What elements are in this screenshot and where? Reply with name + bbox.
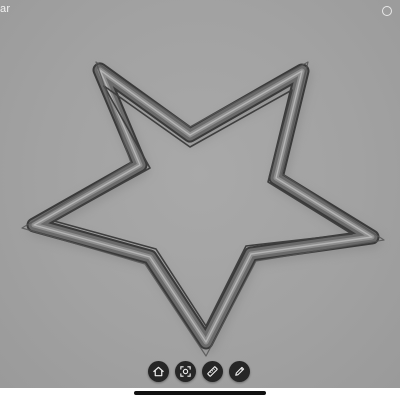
home-bar-area (0, 388, 400, 400)
3d-viewport[interactable]: ar (0, 0, 400, 388)
star-cookie-cutter-model[interactable] (0, 0, 400, 388)
annotate-button[interactable] (229, 361, 250, 382)
measure-button[interactable] (202, 361, 223, 382)
home-icon (153, 366, 164, 377)
viewer-toolbar (148, 361, 250, 382)
ruler-icon (207, 366, 218, 377)
fit-view-button[interactable] (175, 361, 196, 382)
fit-view-icon (180, 366, 191, 377)
home-button[interactable] (148, 361, 169, 382)
pencil-icon (235, 366, 245, 376)
home-indicator[interactable] (134, 391, 266, 395)
